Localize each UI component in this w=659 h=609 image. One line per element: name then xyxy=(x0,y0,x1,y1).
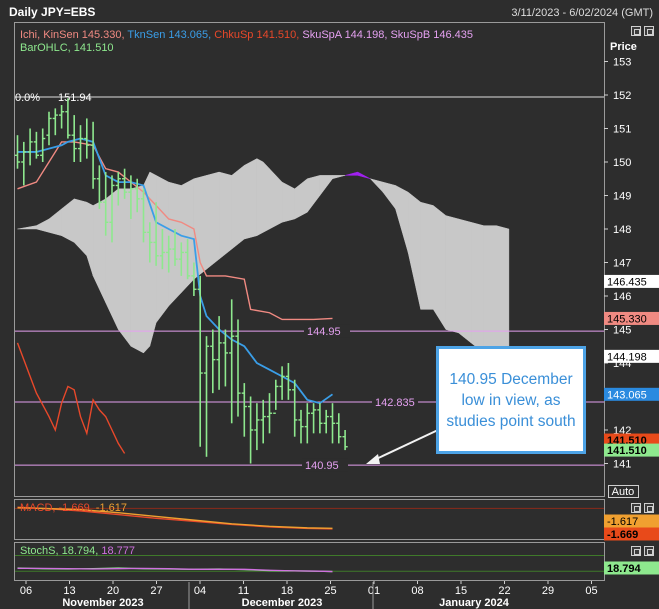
annotation-text: 140.95 December low in view, as studies … xyxy=(446,370,576,430)
time-tick-label: 18 xyxy=(281,585,293,597)
price-panel-close-icon[interactable] xyxy=(644,26,654,36)
price-tag-text: 144.198 xyxy=(607,351,647,363)
time-tick-label: 06 xyxy=(20,585,32,597)
price-tick-label: 145 xyxy=(613,324,631,336)
chart-canvas: Daily JPY=EBS 3/11/2023 - 6/02/2024 (GMT… xyxy=(0,0,659,609)
level-value-label: 142.835 xyxy=(375,397,415,409)
legend-entry: ChkuSp 141.510, xyxy=(211,29,299,41)
fib-level-value: 151.94 xyxy=(58,92,92,104)
cloud-segment xyxy=(231,164,245,250)
stoch-panel-close-icon[interactable] xyxy=(644,546,654,556)
ichimoku-legend: Ichi, KinSen 145.330, TknSen 143.065, Ch… xyxy=(20,29,473,41)
stoch-tag-text: 18.794 xyxy=(607,563,642,575)
cloud-segment xyxy=(483,225,497,364)
price-tick-label: 147 xyxy=(613,257,631,269)
price-tick-label: 148 xyxy=(613,224,631,236)
chart-title: Daily JPY=EBS xyxy=(9,5,95,19)
legend-entry: MACD, -1.669, xyxy=(20,502,93,514)
cloud-segment xyxy=(262,161,270,233)
price-tag-text: 143.065 xyxy=(607,389,647,401)
ichimoku-chart: Daily JPY=EBS 3/11/2023 - 6/02/2024 (GMT… xyxy=(0,0,659,609)
legend-entry: SkuSpA 144.198, xyxy=(299,29,387,41)
macd-tag-text: -1.669 xyxy=(607,529,638,541)
cloud-segment xyxy=(206,171,220,270)
price-tick-label: 150 xyxy=(613,157,631,169)
price-tag-text: 141.510 xyxy=(607,445,647,457)
price-tick-label: 149 xyxy=(613,190,631,202)
bar-legend: BarOHLC, 141.510 xyxy=(20,42,114,54)
cloud-segment xyxy=(445,215,459,334)
macd-panel-close-icon[interactable] xyxy=(644,503,654,513)
price-axis-label: Price xyxy=(610,41,637,53)
time-tick-label: 25 xyxy=(324,585,336,597)
cloud-segment xyxy=(420,201,434,310)
stoch-panel-restore-icon[interactable] xyxy=(631,546,641,556)
legend-entry: -1.617 xyxy=(93,502,127,514)
price-tick-label: 153 xyxy=(613,56,631,68)
annotation-callout: 140.95 December low in view, as studies … xyxy=(436,346,586,454)
stoch-legend: StochS, 18.794, 18.777 xyxy=(20,545,135,557)
legend-entry: 18.777 xyxy=(98,545,135,557)
cloud-segment xyxy=(149,171,157,347)
fib-level-label: 0.0% xyxy=(15,92,40,104)
macd-tag-text: -1.617 xyxy=(607,516,638,528)
date-range: 3/11/2023 - 6/02/2024 (GMT) xyxy=(511,7,653,19)
cloud-segment xyxy=(433,205,447,331)
time-tick-label: 27 xyxy=(150,585,162,597)
level-value-label: 144.95 xyxy=(307,326,341,338)
time-tick-label: 22 xyxy=(498,585,510,597)
time-tick-label: 04 xyxy=(194,585,206,597)
time-tick-label: 01 xyxy=(368,585,380,597)
price-tick-label: 151 xyxy=(613,123,631,135)
cloud-segment xyxy=(470,221,484,354)
cloud-segment xyxy=(118,188,132,347)
legend-entry: StochS, 18.794, xyxy=(20,545,98,557)
legend-entry: Ichi, KinSen 145.330, xyxy=(20,29,125,41)
time-tick-label: 20 xyxy=(107,585,119,597)
cloud-segment xyxy=(281,181,295,223)
cloud-segment xyxy=(244,158,258,240)
cloud-segment xyxy=(256,158,264,237)
price-tag-text: 145.330 xyxy=(607,313,647,325)
auto-scale-label: Auto xyxy=(612,486,635,498)
time-tick-label: 05 xyxy=(585,585,597,597)
time-tick-label: 11 xyxy=(238,585,249,597)
legend-entry: SkuSpB 146.435 xyxy=(387,29,473,41)
price-tick-label: 146 xyxy=(613,291,631,303)
price-panel-restore-icon[interactable] xyxy=(631,26,641,36)
level-value-label: 140.95 xyxy=(305,460,339,472)
time-tick-label: 13 xyxy=(63,585,75,597)
month-label: January 2024 xyxy=(439,597,510,609)
macd-legend: MACD, -1.669, -1.617 xyxy=(20,502,127,514)
legend-entry: BarOHLC, 141.510 xyxy=(20,42,114,54)
month-label: December 2023 xyxy=(242,597,323,609)
macd-panel-restore-icon[interactable] xyxy=(631,503,641,513)
legend-entry: TknSen 143.065, xyxy=(125,29,212,41)
time-tick-label: 15 xyxy=(455,585,467,597)
cloud-segment xyxy=(458,218,472,344)
price-tick-label: 141 xyxy=(613,458,631,470)
time-tick-label: 29 xyxy=(542,585,554,597)
time-tick-label: 08 xyxy=(411,585,423,597)
price-tag-text: 146.435 xyxy=(607,276,647,288)
chart-background xyxy=(0,0,659,609)
month-label: November 2023 xyxy=(62,597,143,609)
price-tick-label: 152 xyxy=(613,90,631,102)
cloud-segment xyxy=(218,171,232,260)
